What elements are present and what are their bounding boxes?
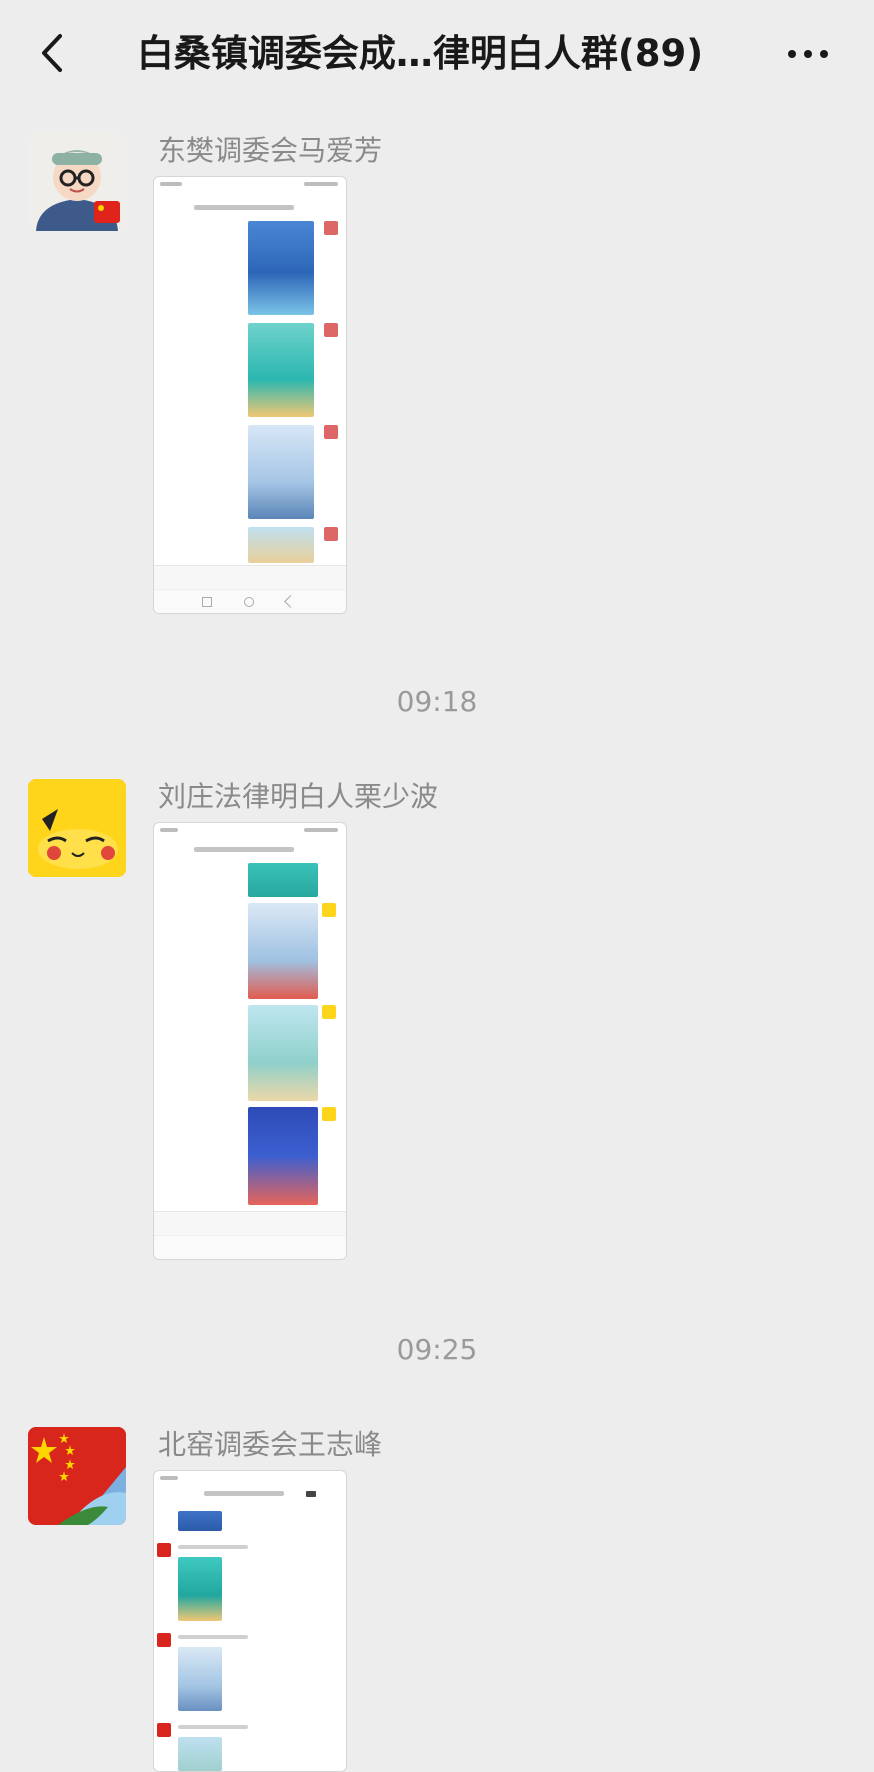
- image-message[interactable]: [153, 1470, 347, 1772]
- mini-title: [204, 1491, 284, 1496]
- mini-text-line: [178, 1725, 248, 1729]
- ellipsis-icon: [788, 50, 828, 58]
- thumbnail-poster: [248, 863, 318, 897]
- sender-name: 北窑调委会王志峰: [158, 1428, 383, 1461]
- chat-title: 白桑镇调委会成…律明白人群(89): [136, 32, 704, 75]
- avatar[interactable]: [28, 779, 126, 877]
- mini-input-bar: [154, 565, 346, 590]
- avatar[interactable]: [28, 133, 126, 231]
- thumbnail-poster: [248, 425, 314, 519]
- mini-status-bar: [154, 823, 346, 837]
- thumbnail-poster: [248, 1107, 318, 1205]
- thumbnail-poster: [178, 1737, 222, 1771]
- mini-nav-bar: [154, 589, 346, 613]
- chevron-left-icon: [42, 34, 62, 72]
- cartoon-boy-avatar-icon: [28, 133, 126, 231]
- thumbnail-poster: [248, 221, 314, 315]
- mini-text-line: [178, 1635, 248, 1639]
- timestamp: 09:25: [396, 1333, 478, 1366]
- thumbnail-poster: [248, 903, 318, 999]
- image-message[interactable]: [153, 822, 347, 1260]
- thumbnail-poster: [178, 1647, 222, 1711]
- sender-name: 刘庄法律明白人栗少波: [158, 780, 439, 813]
- top-bar: 白桑镇调委会成…律明白人群(89): [0, 0, 874, 112]
- pikachu-avatar-icon: [28, 779, 126, 877]
- image-message[interactable]: [153, 176, 347, 614]
- thumbnail-poster: [178, 1511, 222, 1531]
- thumbnail-poster: [248, 1005, 318, 1101]
- sender-name: 东樊调委会马爱芳: [158, 134, 383, 167]
- mini-text-line: [178, 1545, 248, 1549]
- mini-status-bar: [154, 177, 346, 191]
- mini-title: [194, 847, 294, 852]
- mini-title: [194, 205, 294, 210]
- flag-avatar-icon: [28, 1427, 126, 1525]
- thumbnail-poster: [178, 1557, 222, 1621]
- back-button[interactable]: [32, 28, 76, 78]
- more-button[interactable]: [778, 30, 838, 78]
- thumbnail-poster: [248, 323, 314, 417]
- timestamp: 09:18: [396, 685, 478, 718]
- avatar[interactable]: [28, 1427, 126, 1525]
- mini-status-bar: [154, 1471, 346, 1485]
- mini-video-icon: [306, 1491, 316, 1497]
- thumbnail-poster: [248, 527, 314, 563]
- mini-input-bar: [154, 1211, 346, 1236]
- mini-nav-bar: [154, 1235, 346, 1259]
